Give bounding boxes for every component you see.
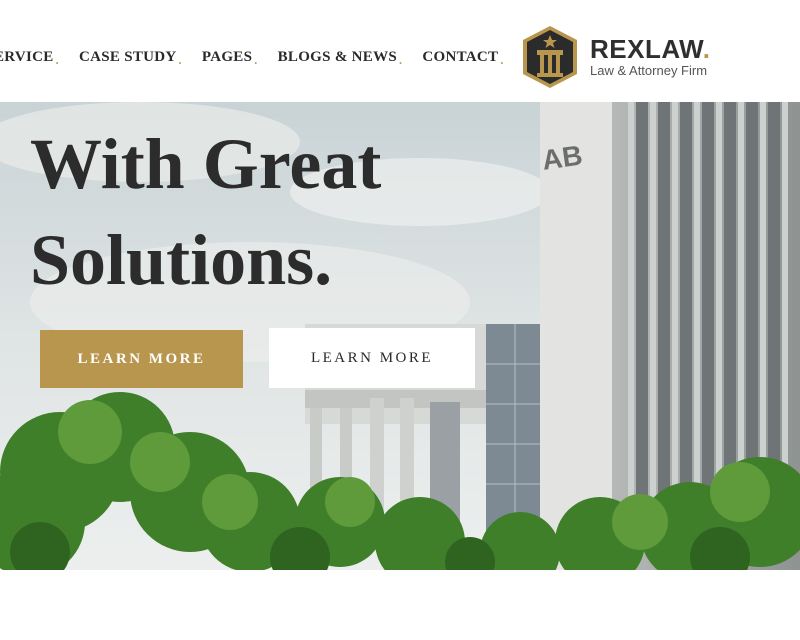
learn-more-secondary-button[interactable]: LEARN MORE (269, 328, 475, 388)
nav-item-label: PAGES (201, 48, 253, 65)
nav-dot: . (254, 52, 258, 67)
logo-name-dot: . (702, 34, 711, 64)
nav-item-label: CASE STUDY (78, 48, 177, 65)
logo-name-text: REXLAW (590, 34, 703, 64)
nav-item-contact[interactable]: CONTACT. (422, 49, 503, 66)
page-bottom (0, 570, 800, 640)
learn-more-primary-button[interactable]: LEARN MORE (40, 330, 243, 388)
pillar-shield-icon (523, 26, 577, 88)
nav-item-label: ERVICE (0, 48, 54, 65)
site-logo[interactable]: REXLAW. Law & Attorney Firm (519, 24, 711, 90)
nav-item-pages[interactable]: PAGES. (202, 49, 258, 66)
logo-text: REXLAW. Law & Attorney Firm (590, 35, 711, 79)
main-nav: ERVICE. CASE STUDY. PAGES. BLOGS & NEWS.… (0, 12, 504, 102)
building-sign: AB (540, 139, 584, 175)
nav-item-case-study[interactable]: CASE STUDY. (79, 49, 182, 66)
nav-item-service[interactable]: ERVICE. (0, 49, 59, 66)
nav-item-blogs-news[interactable]: BLOGS & NEWS. (278, 49, 403, 66)
headline-line-1: With Great (30, 124, 382, 204)
nav-dot: . (55, 52, 59, 67)
site-header: ERVICE. CASE STUDY. PAGES. BLOGS & NEWS.… (0, 12, 800, 102)
hero-banner: AB With Great Solutions. LEARN MORE LEAR… (0, 102, 800, 570)
headline-line-2: Solutions. (30, 220, 333, 300)
hero-headline: With Great Solutions. (30, 116, 381, 308)
nav-item-label: CONTACT (422, 48, 499, 65)
logo-name: REXLAW. (590, 35, 711, 63)
nav-item-label: BLOGS & NEWS (277, 48, 398, 65)
nav-dot: . (500, 52, 504, 67)
logo-subtitle: Law & Attorney Firm (590, 63, 708, 78)
nav-dot: . (178, 52, 182, 67)
nav-dot: . (399, 52, 403, 67)
